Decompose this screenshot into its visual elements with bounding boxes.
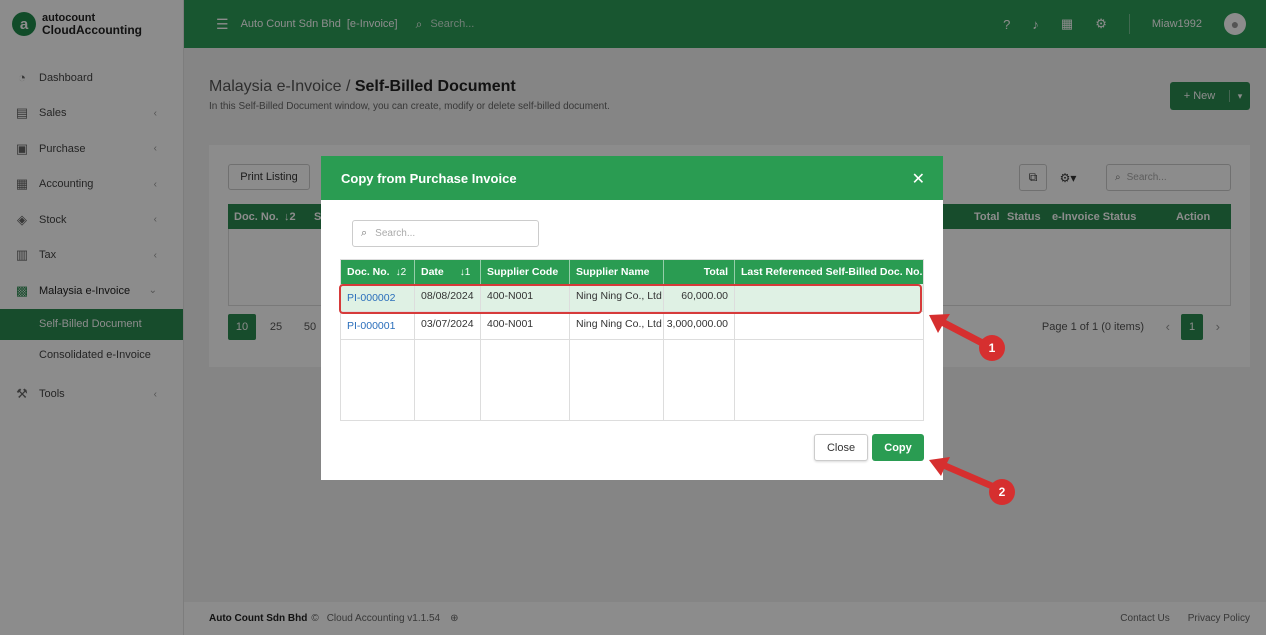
callout-badge-2: 2: [989, 479, 1015, 505]
annotation-arrows: [929, 314, 998, 491]
callout-badge-1: 1: [979, 335, 1005, 361]
annotation-arrow-2: [929, 457, 998, 491]
